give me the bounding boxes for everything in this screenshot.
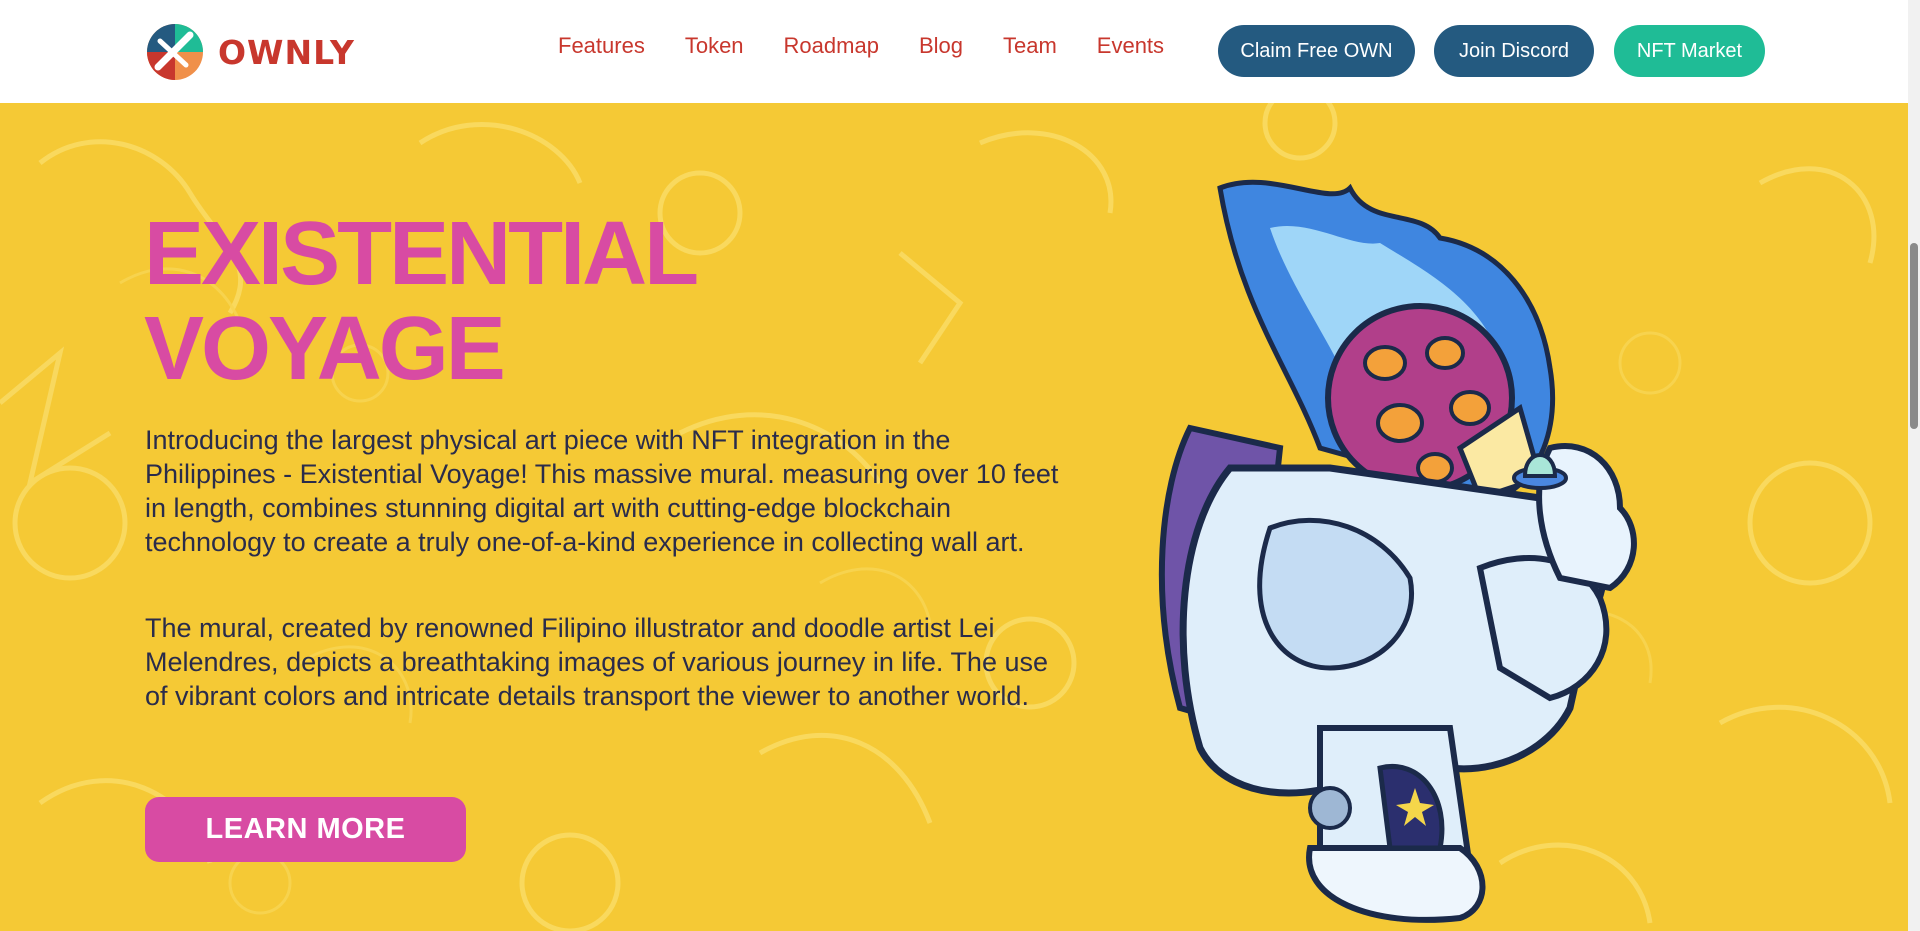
hero-section: EXISTENTIAL VOYAGE Introducing the large…	[0, 103, 1908, 931]
nav-features[interactable]: Features	[558, 33, 645, 59]
site-header: OWNLY Features Token Roadmap Blog Team E…	[0, 0, 1908, 103]
hero-title-line2: VOYAGE	[144, 299, 506, 399]
page-scrollbar[interactable]	[1908, 0, 1920, 931]
nav-token[interactable]: Token	[685, 33, 744, 59]
nft-market-button[interactable]: NFT Market	[1614, 25, 1765, 77]
astronaut-illustration	[1158, 179, 1637, 923]
scrollbar-thumb[interactable]	[1910, 243, 1918, 429]
ownly-logo-icon	[147, 24, 203, 80]
hero-title-line1: EXISTENTIAL	[144, 204, 699, 304]
brand-logo[interactable]: OWNLY	[146, 23, 355, 81]
nav-blog[interactable]: Blog	[919, 33, 963, 59]
hero-title: EXISTENTIAL VOYAGE	[144, 204, 699, 399]
nav-team[interactable]: Team	[1003, 33, 1057, 59]
claim-free-own-button[interactable]: Claim Free OWN	[1218, 25, 1415, 77]
nav-roadmap[interactable]: Roadmap	[784, 33, 879, 59]
main-nav: Features Token Roadmap Blog Team Events	[558, 33, 1164, 59]
join-discord-button[interactable]: Join Discord	[1434, 25, 1594, 77]
hero-paragraph-mural: The mural, created by renowned Filipino …	[145, 613, 1048, 711]
brand-name: OWNLY	[218, 32, 355, 72]
nav-events[interactable]: Events	[1097, 33, 1164, 59]
hero-paragraph-intro: Introducing the largest physical art pie…	[145, 425, 1059, 557]
learn-more-button[interactable]: LEARN MORE	[145, 797, 466, 862]
